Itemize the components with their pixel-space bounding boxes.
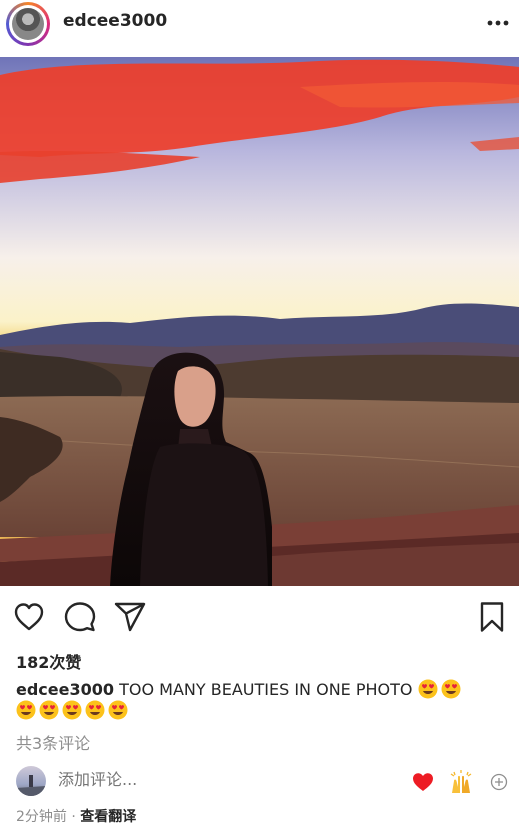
heart-eyes-emoji bbox=[418, 679, 438, 699]
more-dots-icon[interactable] bbox=[487, 13, 509, 33]
raised-hands-emoji[interactable] bbox=[448, 769, 474, 795]
post-photo[interactable] bbox=[0, 57, 519, 586]
plus-circle-icon[interactable] bbox=[490, 773, 508, 791]
heart-eyes-emoji bbox=[62, 700, 82, 720]
comment-bubble-icon[interactable] bbox=[63, 600, 97, 634]
comment-row bbox=[0, 764, 519, 800]
heart-outline-icon[interactable] bbox=[12, 600, 46, 634]
avatar-image bbox=[12, 8, 44, 40]
see-translation-link[interactable]: 查看翻译 bbox=[80, 809, 136, 825]
post-username[interactable]: edcee3000 bbox=[63, 11, 167, 31]
heart-eyes-emoji bbox=[39, 700, 59, 720]
my-avatar bbox=[16, 766, 46, 796]
comment-input[interactable] bbox=[58, 770, 358, 789]
caption-text: TOO MANY BEAUTIES IN ONE PHOTO bbox=[119, 680, 413, 699]
heart-eyes-emoji bbox=[85, 700, 105, 720]
heart-eyes-emoji bbox=[16, 700, 36, 720]
heart-eyes-emoji bbox=[108, 700, 128, 720]
post-caption: edcee3000 TOO MANY BEAUTIES IN ONE PHOTO bbox=[16, 679, 506, 721]
view-comments-link[interactable]: 共3条评论 bbox=[16, 730, 90, 754]
timestamp: 2分钟前 bbox=[16, 809, 67, 825]
caption-username[interactable]: edcee3000 bbox=[16, 680, 114, 699]
likes-count[interactable]: 182次赞 bbox=[16, 649, 81, 673]
action-bar bbox=[0, 598, 519, 636]
separator: · bbox=[71, 809, 76, 825]
user-avatar[interactable] bbox=[6, 2, 50, 46]
heart-eyes-emoji bbox=[441, 679, 461, 699]
paper-plane-icon[interactable] bbox=[113, 600, 147, 634]
bookmark-icon[interactable] bbox=[475, 600, 509, 634]
post-footer: 2分钟前 · 查看翻译 bbox=[16, 806, 136, 826]
red-heart-emoji[interactable] bbox=[412, 772, 434, 792]
post-header: edcee3000 bbox=[0, 0, 519, 46]
